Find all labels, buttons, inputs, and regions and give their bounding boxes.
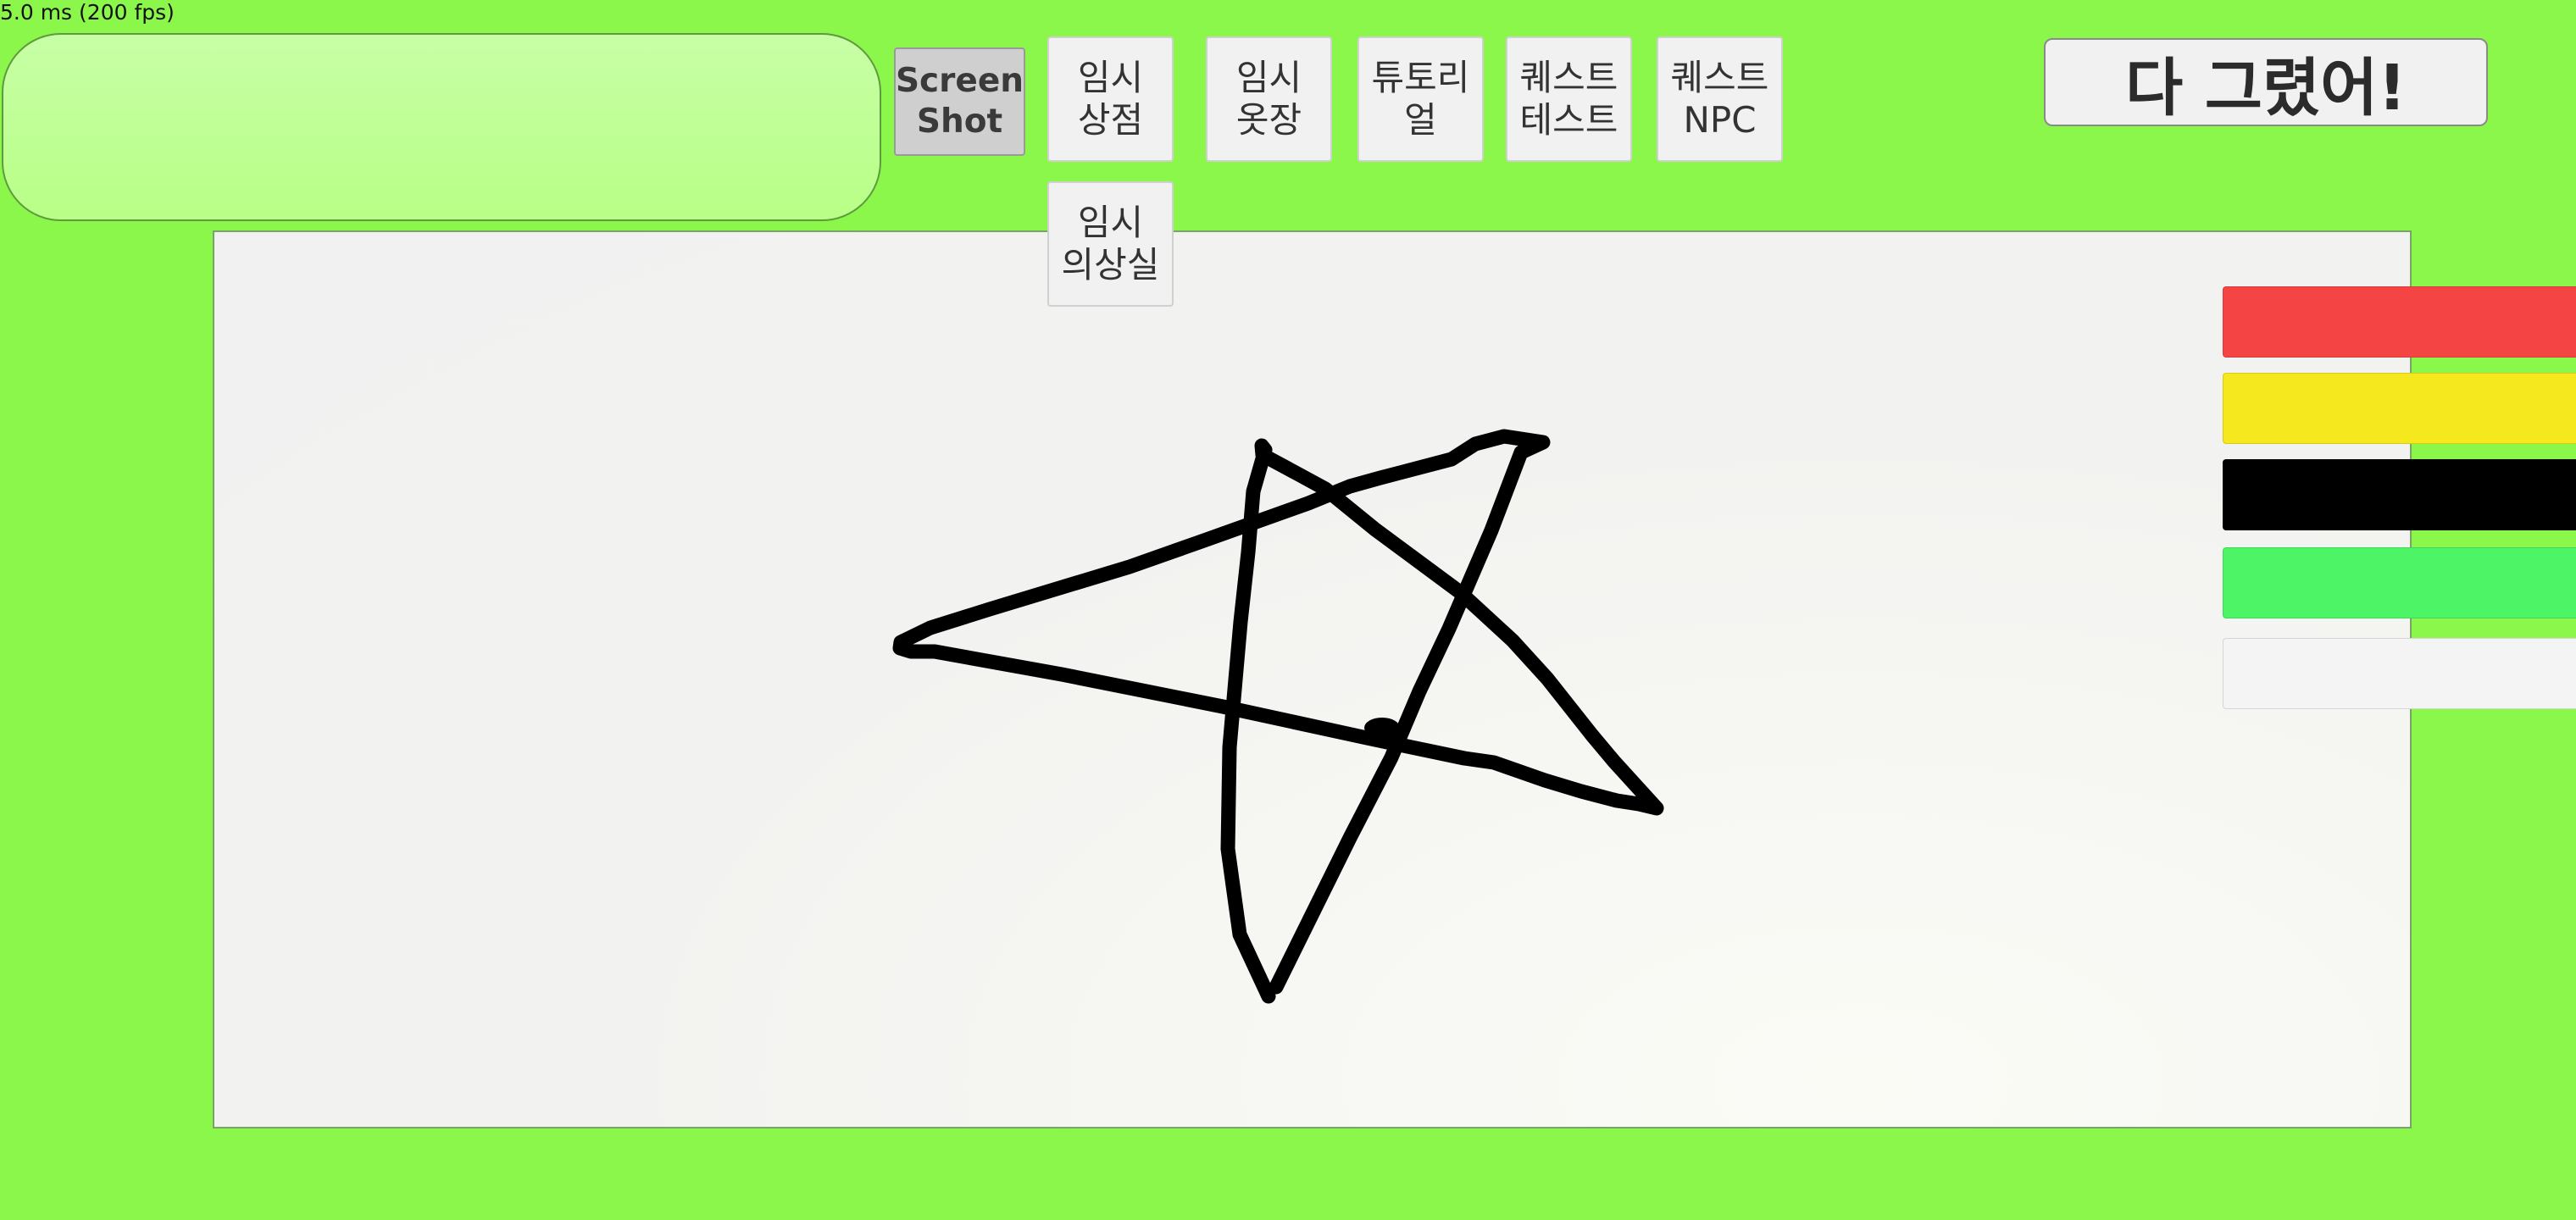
ink-blob [1364,718,1400,738]
star-stroke [892,429,1664,1004]
temp-dressing-room-button[interactable]: 임시 의상실 [1047,181,1174,307]
drawing-canvas[interactable] [213,230,2576,1128]
temp-shop-button[interactable]: 임시 상점 [1047,36,1174,162]
color-swatch-yellow[interactable] [2223,373,2576,444]
color-swatch-black[interactable] [2223,459,2576,530]
done-drawing-button[interactable]: 다 그렸어! [2044,38,2488,126]
temp-closet-button[interactable]: 임시 옷장 [1206,36,1332,162]
chat-panel [2,33,881,221]
quest-npc-button[interactable]: 퀘스트 NPC [1657,36,1783,162]
quest-test-button[interactable]: 퀘스트 테스트 [1506,36,1632,162]
color-swatch-green[interactable] [2223,547,2576,618]
color-swatch-white[interactable] [2223,638,2576,709]
screenshot-button[interactable]: Screen Shot [894,47,1025,156]
drawing-strokes [892,429,1664,1004]
fps-counter: 5.0 ms (200 fps) [0,0,175,25]
tutorial-button[interactable]: 튜토리 얼 [1357,36,1484,162]
color-swatch-red[interactable] [2223,286,2576,358]
